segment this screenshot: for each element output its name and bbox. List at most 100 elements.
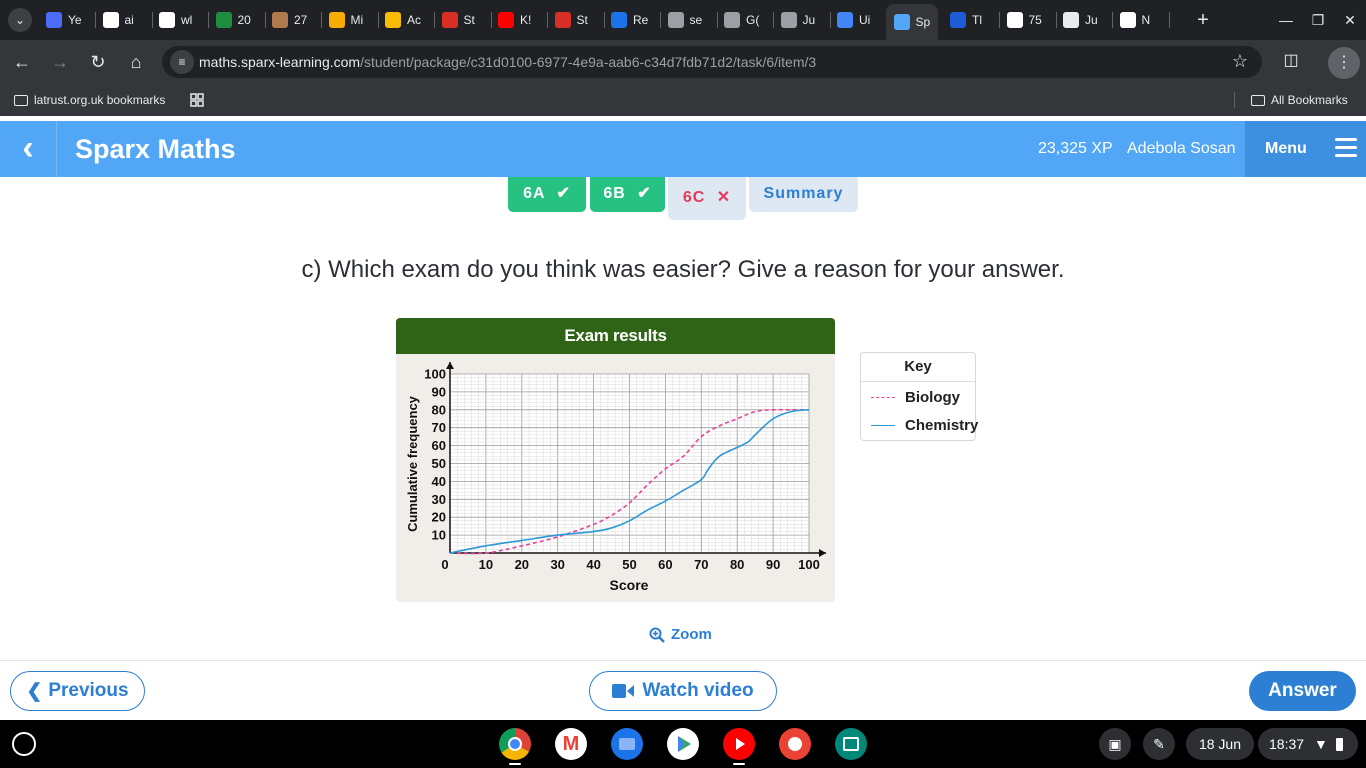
bookmark-star-icon[interactable]: ☆ [1232, 51, 1248, 72]
tab-favicon-icon [611, 12, 627, 28]
tab-6c[interactable]: 6C ✕ [668, 177, 746, 220]
play-store-icon[interactable] [667, 728, 699, 760]
browser-tab[interactable]: Mi [328, 8, 379, 32]
question-text: c) Which exam do you think was easier? G… [301, 256, 1065, 283]
back-icon[interactable]: ← [10, 50, 34, 74]
y-tick-label: 80 [432, 402, 446, 417]
tab-title: Mi [350, 13, 364, 27]
tab-title: K! [520, 13, 532, 27]
tab-title: St [463, 13, 475, 27]
tab-title: Ju [1085, 13, 1098, 27]
address-bar[interactable]: ≡ maths.sparx-learning.com/student/packa… [162, 46, 1262, 78]
files-app-icon[interactable] [611, 728, 643, 760]
browser-menu-icon[interactable]: ⋮ [1328, 47, 1360, 79]
tab-favicon-icon [1119, 12, 1136, 28]
browser-tab[interactable]: Ye [46, 8, 96, 32]
browser-tab[interactable]: Tl [950, 8, 1000, 32]
footer-divider [0, 660, 1366, 661]
gmail-app-icon[interactable]: M [555, 728, 587, 760]
tab-6a[interactable]: 6A ✔ [508, 177, 586, 212]
legend-swatch-biology [871, 396, 895, 398]
zoom-label: Zoom [671, 626, 712, 643]
tab-6b[interactable]: 6B ✔ [590, 177, 665, 212]
close-window-icon[interactable]: ✕ [1340, 8, 1360, 32]
tab-search-icon[interactable]: ⌄ [8, 8, 32, 32]
restore-icon[interactable]: ❐ [1308, 8, 1328, 32]
browser-tab[interactable]: K! [498, 8, 548, 32]
site-info-icon[interactable]: ≡ [170, 50, 194, 74]
screen-capture-icon[interactable]: ▣ [1099, 728, 1131, 760]
status-tray[interactable]: 18:37 ▼ [1258, 728, 1358, 760]
browser-tab[interactable]: 20 [215, 8, 266, 32]
previous-button[interactable]: ❮ Previous [10, 671, 145, 711]
stylus-icon[interactable]: ✎ [1143, 728, 1175, 760]
x-tick-label: 30 [550, 557, 564, 572]
y-axis-arrow [446, 362, 454, 369]
x-tick-label: 100 [798, 557, 820, 572]
browser-tab[interactable]: Ju [1063, 8, 1113, 32]
tab-title: Ui [859, 13, 871, 27]
browser-tab[interactable]: Ui [837, 8, 887, 32]
header-divider [56, 121, 57, 177]
extensions-icon[interactable]: ◫ [1279, 50, 1303, 70]
browser-tab[interactable]: Ju [780, 8, 831, 32]
browser-tab[interactable]: 27 [272, 8, 322, 32]
new-tab-button[interactable]: + [1193, 8, 1213, 32]
minimize-icon[interactable]: — [1276, 8, 1296, 32]
classroom-app-icon[interactable] [835, 728, 867, 760]
browser-tab[interactable]: 75 [1006, 8, 1057, 32]
forward-icon[interactable]: → [48, 50, 72, 74]
browser-tab[interactable]: ai [102, 8, 153, 32]
answer-button[interactable]: Answer [1249, 671, 1356, 711]
tab-title: 20 [237, 13, 251, 27]
user-name: Adebola Sosan [1127, 140, 1236, 157]
browser-tab[interactable]: Ac [385, 8, 435, 32]
tab-title: Ju [802, 13, 816, 27]
tab-6c-label: 6C [682, 189, 706, 206]
browser-tab[interactable]: se [667, 8, 718, 32]
folder-icon [14, 94, 28, 106]
browser-tab[interactable]: Re [611, 8, 661, 32]
y-tick-label: 60 [432, 438, 446, 453]
tab-title: Ac [407, 13, 422, 27]
x-tick-label: 0 [441, 557, 448, 572]
chart-legend: Key Biology Chemistry [860, 352, 978, 441]
date-display[interactable]: 18 Jun [1186, 728, 1254, 760]
canvas-app-icon[interactable] [779, 728, 811, 760]
battery-icon [1335, 738, 1343, 751]
tab-favicon-icon [102, 12, 119, 28]
apps-grid-icon[interactable] [190, 93, 204, 107]
watch-video-button[interactable]: Watch video [589, 671, 777, 711]
chart-figure: Exam results 0 10 20 30 40 50 60 70 80 90 100 10 20 3… [396, 318, 835, 602]
browser-tab[interactable]: Sp✕ [885, 4, 938, 40]
browser-tab[interactable]: wl [159, 8, 209, 32]
hamburger-icon [1335, 138, 1357, 158]
zoom-button[interactable]: Zoom [649, 626, 712, 643]
home-icon[interactable]: ⌂ [124, 50, 148, 74]
browser-tab[interactable]: N [1119, 8, 1170, 32]
browser-tab[interactable]: St [554, 8, 605, 32]
launcher-icon[interactable] [12, 732, 36, 756]
tab-favicon-icon [667, 12, 684, 28]
bookmark-folder-latrust[interactable]: latrust.org.uk bookmarks [14, 93, 165, 107]
y-tick-label: 30 [432, 492, 446, 507]
url-text[interactable]: maths.sparx-learning.com/student/package… [199, 54, 816, 70]
y-tick-label: 100 [424, 367, 446, 382]
folder-icon [1251, 94, 1265, 106]
tab-title: 75 [1028, 13, 1042, 27]
chrome-app-icon[interactable] [499, 728, 531, 760]
all-bookmarks-button[interactable]: All Bookmarks [1251, 93, 1348, 107]
tab-favicon-icon [441, 12, 458, 28]
browser-tab[interactable]: G( [724, 8, 774, 32]
x-tick-label: 20 [515, 557, 529, 572]
menu-button[interactable]: Menu [1245, 121, 1366, 177]
xp-counter: 23,325 XP [1038, 140, 1113, 157]
tab-summary[interactable]: Summary [749, 177, 858, 212]
youtube-app-icon[interactable] [723, 728, 755, 760]
youtube-running-indicator [733, 763, 745, 765]
legend-label-biology: Biology [905, 388, 960, 406]
reload-icon[interactable]: ↻ [86, 50, 110, 74]
back-chevron-icon[interactable]: ‹ [0, 121, 56, 177]
tab-favicon-icon [272, 12, 288, 28]
browser-tab[interactable]: St [441, 8, 492, 32]
